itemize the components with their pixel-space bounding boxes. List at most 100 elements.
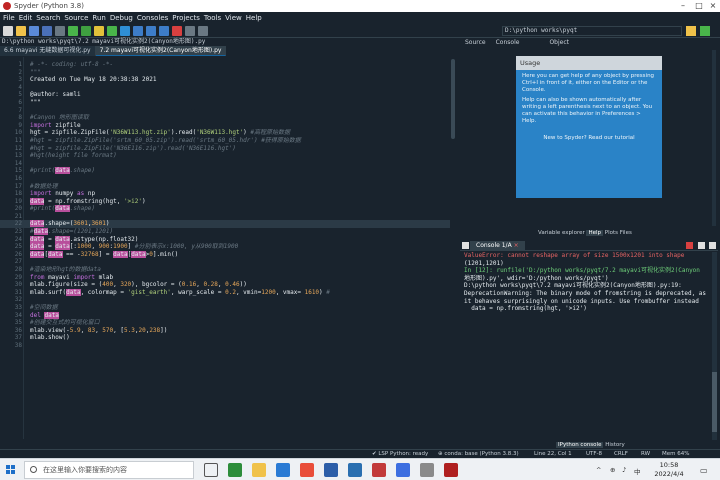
python-path-icon[interactable] [198, 25, 208, 36]
line-number: 20 [14, 205, 22, 213]
menu-item-help[interactable]: Help [246, 12, 262, 24]
save-icon[interactable] [29, 25, 39, 36]
console-tab[interactable]: Console 1/A × [470, 241, 525, 250]
console-menu-icon[interactable] [462, 242, 469, 249]
step-return-icon[interactable] [159, 25, 169, 36]
tab-history[interactable]: History [605, 442, 625, 448]
save-all-icon[interactable] [42, 25, 52, 36]
task-view-icon[interactable] [204, 463, 218, 477]
code-text: hgt = zipfile.ZipFile('N36W113.hgt.zip')… [30, 129, 290, 137]
tab-ipython-console[interactable]: IPython console [556, 442, 604, 448]
app-icon-2[interactable] [420, 463, 434, 477]
spyder-taskbar-icon[interactable] [444, 463, 458, 477]
line-number: 17 [14, 182, 22, 190]
console-scrollbar[interactable] [712, 252, 717, 440]
stop-debug-icon[interactable] [172, 25, 182, 36]
minimize-icon[interactable]: – [676, 0, 690, 12]
menu-item-consoles[interactable]: Consoles [137, 12, 168, 24]
code-token: 238 [149, 326, 161, 334]
line-number: 13 [14, 152, 22, 160]
code-token: #print( [30, 167, 56, 175]
step-icon[interactable] [133, 25, 143, 36]
editor-tab-active[interactable]: 7.2 mayavi可视化实例2(Canyon地形图).py [95, 46, 227, 56]
code-token: 900 [98, 243, 110, 251]
code-token: .astype(np.float32) [69, 235, 139, 243]
menu-item-projects[interactable]: Projects [172, 12, 200, 24]
spyder-logo-icon [3, 2, 11, 10]
code-token: 5.9 [69, 326, 81, 334]
tab-plots[interactable]: Plots [605, 230, 618, 236]
network-icon[interactable]: ⊕ [610, 466, 615, 474]
code-line: 19 data = np.fromstring(hgt, '>i2') [0, 197, 456, 206]
menu-item-run[interactable]: Run [92, 12, 105, 24]
menu-item-source[interactable]: Source [64, 12, 88, 24]
console-line: ValueError: cannot reshape array of size… [464, 252, 685, 259]
options-icon[interactable] [698, 242, 705, 249]
code-token: 1200 [261, 288, 276, 296]
menu-item-search[interactable]: Search [36, 12, 60, 24]
help-scrollbar[interactable] [712, 50, 716, 226]
help-console-option[interactable]: Console [491, 38, 525, 48]
code-token: 1000 [76, 243, 92, 251]
code-line: 8 #Canyon 地形图读取 [0, 114, 456, 122]
volume-icon[interactable]: ♪ [622, 466, 626, 474]
open-file-icon[interactable] [16, 25, 26, 36]
tab-help[interactable]: Help [586, 230, 604, 236]
usage-text-2: Help can also be shown automatically aft… [522, 97, 653, 124]
r-icon[interactable] [372, 463, 386, 477]
parent-directory-icon[interactable] [700, 26, 710, 36]
working-directory-field[interactable]: D:\python works\pyqt [502, 26, 682, 36]
word-icon[interactable] [324, 463, 338, 477]
menu-item-tools[interactable]: Tools [204, 12, 221, 24]
menu-item-edit[interactable]: Edit [19, 12, 33, 24]
ime-indicator[interactable]: 中 [634, 466, 641, 476]
store-icon[interactable] [276, 463, 290, 477]
editor-tab[interactable]: 6.6 mayavi 无缝数据可视化.py [0, 46, 96, 56]
code-token: #分别表示x:1000, y从900取到1900 [134, 243, 239, 251]
scrollbar-thumb[interactable] [712, 372, 717, 432]
ipython-console[interactable]: ValueError: cannot reshape array of size… [460, 252, 718, 440]
menu-item-debug[interactable]: Debug [110, 12, 133, 24]
maximize-icon[interactable]: □ [692, 0, 706, 12]
run-cell-icon[interactable] [81, 25, 91, 36]
menu-item-file[interactable]: File [3, 12, 15, 24]
code-text: data = np.fromstring(hgt, '>i2') [30, 197, 146, 206]
chrome-icon[interactable] [300, 463, 314, 477]
code-editor[interactable]: 1 # -*- coding: utf-8 -*- 2 """ 3 Created on … [0, 57, 456, 439]
close-icon[interactable]: × [706, 0, 720, 12]
help-source-bar: Source Console Object [460, 38, 718, 48]
taskbar-search-box[interactable]: 在这里输入你要搜索的内容 [24, 461, 194, 479]
file-explorer-icon[interactable] [252, 463, 266, 477]
debug-icon[interactable] [120, 25, 130, 36]
browse-folder-icon[interactable] [686, 26, 696, 36]
close-tab-icon[interactable]: × [514, 242, 519, 249]
windows-start-icon[interactable] [6, 465, 16, 475]
notification-icon[interactable]: ▭ [700, 466, 708, 475]
new-file-icon[interactable] [3, 25, 13, 36]
maximize-pane-icon[interactable] [185, 25, 195, 36]
browser-icon[interactable] [396, 463, 410, 477]
app-icon[interactable] [348, 463, 362, 477]
code-token: 3601 [91, 220, 106, 228]
pane-menu-icon[interactable] [709, 242, 716, 249]
usage-tutorial-link[interactable]: New to Spyder? Read our tutorial [516, 125, 662, 142]
code-token: data [113, 250, 128, 258]
scrollbar-thumb[interactable] [451, 59, 455, 139]
tab-files[interactable]: Files [620, 230, 632, 236]
stop-kernel-icon[interactable] [686, 242, 693, 249]
preferences-icon[interactable] [55, 25, 65, 36]
line-number: 24 [14, 235, 22, 243]
run-cell-advance-icon[interactable] [94, 25, 104, 36]
line-number: 26 [14, 250, 22, 258]
code-token: data [55, 243, 70, 251]
menu-item-view[interactable]: View [225, 12, 242, 24]
step-into-icon[interactable] [146, 25, 156, 36]
line-number: 3 [18, 76, 22, 84]
code-line: 16 [0, 175, 456, 183]
tab-variable-explorer[interactable]: Variable explorer [538, 230, 585, 236]
edge-browser-icon[interactable] [228, 463, 242, 477]
tray-arrow-icon[interactable]: ^ [596, 466, 601, 474]
taskbar-clock[interactable]: 10:58 2022/4/4 [646, 461, 692, 478]
run-selection-icon[interactable] [107, 25, 117, 36]
run-icon[interactable] [68, 25, 78, 36]
